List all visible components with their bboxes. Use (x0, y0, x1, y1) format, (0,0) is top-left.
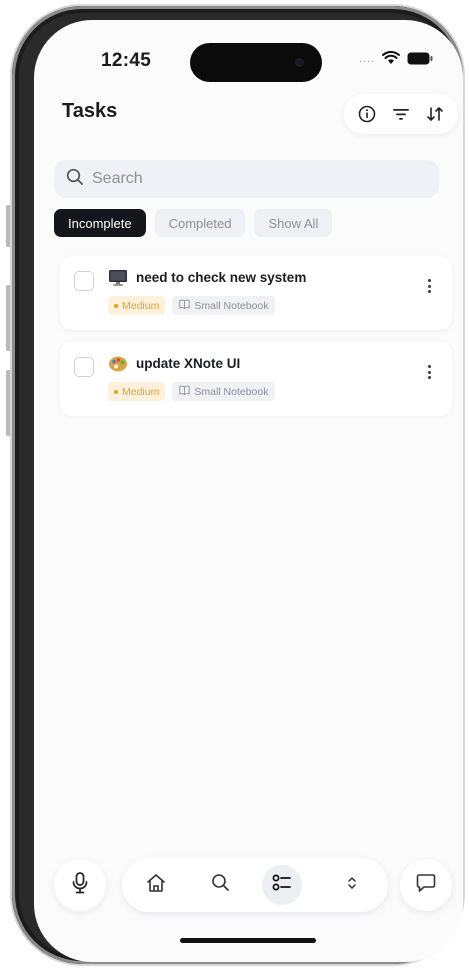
bottom-bar (34, 858, 463, 948)
computer-icon (108, 269, 128, 287)
nav-tasks[interactable] (262, 865, 302, 905)
book-icon (179, 299, 191, 312)
task-card[interactable]: update XNote UI Medium Small Notebook (60, 342, 452, 416)
priority-dot-icon (114, 389, 118, 394)
notebook-badge: Small Notebook (172, 296, 276, 315)
signal-icon: ···· (359, 55, 375, 66)
status-time: 12:45 (101, 50, 152, 71)
nav-pill (122, 858, 388, 912)
phone-frame: 12:45 ···· Tasks Search Incomplete Compl… (12, 6, 463, 964)
nav-expand[interactable] (336, 869, 368, 901)
dynamic-island (190, 43, 322, 82)
more-options-icon[interactable] (424, 362, 434, 382)
tasks-icon (272, 873, 292, 898)
header-actions (344, 94, 458, 134)
search-icon (211, 873, 230, 897)
status-icons: ···· (359, 51, 433, 70)
notebook-label: Small Notebook (194, 385, 269, 398)
tab-show-all[interactable]: Show All (254, 209, 333, 237)
search-icon (66, 168, 84, 191)
search-input[interactable] (92, 170, 392, 188)
more-options-icon[interactable] (424, 276, 434, 296)
notebook-label: Small Notebook (194, 299, 269, 312)
filter-icon[interactable] (387, 100, 415, 128)
sort-icon[interactable] (421, 100, 449, 128)
priority-badge: Medium (108, 296, 166, 315)
battery-icon (407, 52, 433, 70)
palette-icon (108, 355, 128, 373)
task-title: need to check new system (136, 270, 307, 285)
search-bar[interactable] (54, 160, 439, 198)
task-checkbox[interactable] (74, 271, 94, 291)
chat-icon (416, 873, 436, 898)
priority-badge: Medium (108, 382, 166, 401)
wifi-icon (382, 51, 400, 70)
tab-completed[interactable]: Completed (154, 209, 246, 237)
nav-home[interactable] (140, 869, 172, 901)
task-title: update XNote UI (136, 356, 241, 371)
task-checkbox[interactable] (74, 357, 94, 377)
app-screen: 12:45 ···· Tasks Search Incomplete Compl… (34, 20, 463, 962)
task-tags: Medium Small Notebook (108, 296, 276, 315)
priority-dot-icon (114, 303, 118, 308)
info-icon[interactable] (353, 100, 381, 128)
home-indicator (180, 938, 316, 943)
microphone-icon (72, 871, 88, 899)
microphone-button[interactable] (54, 859, 106, 911)
book-icon (179, 385, 191, 398)
nav-search[interactable] (204, 869, 236, 901)
priority-label: Medium (122, 385, 160, 398)
home-icon (146, 873, 166, 898)
task-tags: Medium Small Notebook (108, 382, 276, 401)
page-title: Tasks (62, 100, 118, 122)
priority-label: Medium (122, 299, 160, 312)
notebook-badge: Small Notebook (172, 382, 276, 401)
task-card[interactable]: need to check new system Medium Small No… (60, 256, 452, 330)
filter-tabs: Incomplete Completed Show All (54, 209, 333, 237)
chat-button[interactable] (400, 859, 452, 911)
expand-icon (347, 876, 357, 895)
tab-incomplete[interactable]: Incomplete (54, 209, 146, 237)
